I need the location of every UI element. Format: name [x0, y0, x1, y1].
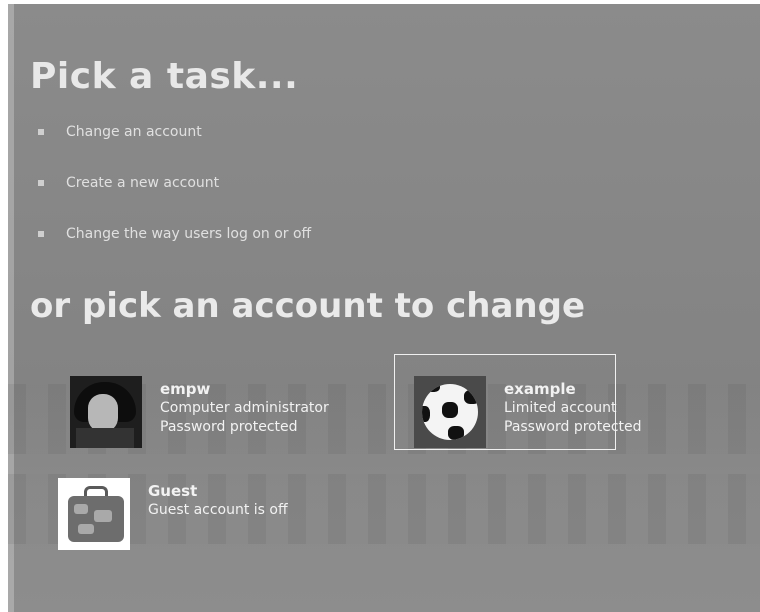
bullet-icon	[38, 129, 44, 135]
account-name: Guest	[148, 482, 198, 500]
pick-account-heading: or pick an account to change	[30, 286, 586, 326]
task-change-account[interactable]: Change an account	[38, 124, 311, 175]
soccer-ball-picture	[414, 376, 486, 448]
portrait-picture	[70, 376, 142, 448]
task-label: Change an account	[66, 124, 202, 140]
user-accounts-panel: Pick a task... Change an account Create …	[8, 4, 760, 612]
task-create-account[interactable]: Create a new account	[38, 175, 311, 226]
account-guest[interactable]: Guest Guest account is off	[58, 478, 288, 550]
bullet-icon	[38, 231, 44, 237]
account-empw[interactable]: empw Computer administrator Password pro…	[70, 376, 329, 448]
task-change-logon[interactable]: Change the way users log on or off	[38, 226, 311, 277]
account-status: Password protected	[160, 419, 298, 435]
account-example[interactable]: example Limited account Password protect…	[414, 376, 642, 448]
account-type: Computer administrator	[160, 400, 329, 416]
account-name: example	[504, 380, 576, 398]
suitcase-picture	[58, 478, 130, 550]
account-info: example Limited account Password protect…	[504, 380, 642, 437]
pick-task-heading: Pick a task...	[30, 56, 299, 97]
task-label: Create a new account	[66, 175, 220, 191]
account-info: Guest Guest account is off	[148, 482, 288, 520]
task-list: Change an account Create a new account C…	[38, 124, 311, 277]
account-status: Guest account is off	[148, 502, 288, 518]
account-name: empw	[160, 380, 211, 398]
task-label: Change the way users log on or off	[66, 226, 312, 242]
bullet-icon	[38, 180, 44, 186]
account-type: Limited account	[504, 400, 617, 416]
account-status: Password protected	[504, 419, 642, 435]
account-info: empw Computer administrator Password pro…	[160, 380, 329, 437]
